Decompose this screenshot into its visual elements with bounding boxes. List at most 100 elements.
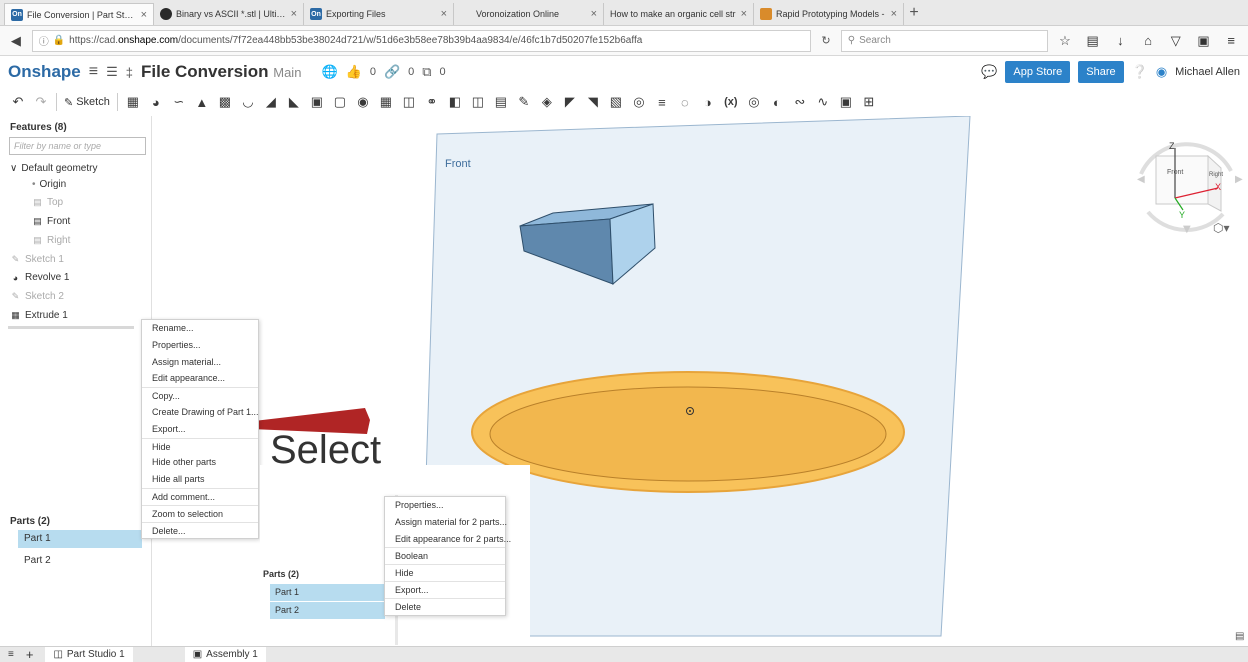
menu-item-export[interactable]: Export... (142, 421, 258, 438)
menu-item-hide-all-parts[interactable]: Hide all parts (142, 471, 258, 488)
menu-item-assign-material[interactable]: Assign material... (142, 354, 258, 371)
view-cube-down-arrow[interactable]: ▼ (1183, 224, 1191, 235)
feature-origin[interactable]: • Origin (32, 179, 66, 190)
reload-icon[interactable]: ↻ (817, 34, 835, 47)
rib-icon[interactable]: ▣ (309, 94, 325, 110)
search-input[interactable]: ⚲ Search (840, 29, 1049, 52)
document-title[interactable]: File Conversion Main (141, 62, 301, 82)
view-cube-right-arrow[interactable]: ▶ (1235, 174, 1243, 185)
curve-icon[interactable]: ∾ (792, 94, 808, 110)
hamburger-menu-icon[interactable]: ≡ (89, 63, 98, 81)
browser-tab-rapid-prototyping[interactable]: Rapid Prototyping Models - × (754, 3, 904, 25)
feature-top-plane[interactable]: ▤ Top (32, 197, 63, 208)
menu-item-boolean[interactable]: Boolean (385, 547, 505, 564)
shell-icon[interactable]: ▢ (332, 94, 348, 110)
address-bar[interactable]: ⓘ 🔒 https://cad.onshape.com/documents/7f… (31, 29, 812, 52)
menu-item-export[interactable]: Export... (385, 580, 505, 598)
share-button[interactable]: Share (1078, 61, 1124, 83)
delete-part-icon[interactable]: ▤ (493, 94, 509, 110)
view-cube-left-arrow[interactable]: ◀ (1137, 174, 1145, 185)
menu-item-delete[interactable]: Delete (385, 597, 505, 615)
variable-icon[interactable]: (x) (723, 94, 739, 110)
menu-item-create-drawing[interactable]: Create Drawing of Part 1... (142, 404, 259, 421)
feature-front-plane[interactable]: ▤ Front (32, 216, 70, 227)
back-icon[interactable]: ◀ (6, 31, 26, 51)
transform-icon[interactable]: ◫ (470, 94, 486, 110)
app-store-button[interactable]: App Store (1005, 61, 1071, 83)
menu-item-add-comment[interactable]: Add comment... (142, 487, 258, 505)
plane-icon[interactable]: ▧ (608, 94, 624, 110)
measure-icon[interactable]: ◑ (700, 94, 716, 110)
extension-icon[interactable]: ▣ (1193, 31, 1215, 51)
view-options-icon[interactable]: ⬡▾ (1213, 221, 1230, 235)
wrap-icon[interactable]: ∿ (815, 94, 831, 110)
menu-item-edit-appearance-2-parts[interactable]: Edit appearance for 2 parts... (385, 531, 511, 548)
mate-connector-icon[interactable]: ◎ (631, 94, 647, 110)
loft-icon[interactable]: ▲ (194, 94, 210, 110)
link-icon[interactable]: 🔗 (384, 64, 400, 80)
appearance-icon[interactable]: ◐ (769, 94, 785, 110)
help-icon[interactable]: ❔ (1132, 64, 1148, 80)
browser-tab-file-conversion[interactable]: On File Conversion | Part Studio × (4, 3, 154, 25)
pocket-icon[interactable]: ▽ (1165, 31, 1187, 51)
avatar[interactable]: ◉ (1156, 64, 1167, 80)
feature-sketch-1[interactable]: ✎ Sketch 1 (10, 254, 64, 265)
tab-part-studio-1[interactable]: ◫ Part Studio 1 (45, 646, 133, 662)
globe-icon[interactable]: 🌐 (321, 64, 337, 80)
copy-icon[interactable]: ⧉ (422, 64, 431, 80)
draft-icon[interactable]: ◣ (286, 94, 302, 110)
close-icon[interactable]: × (891, 8, 897, 20)
redo-icon[interactable]: ↷ (33, 94, 49, 110)
onshape-logo[interactable]: Onshape (8, 62, 81, 82)
modify-fillet-icon[interactable]: ✎ (516, 94, 532, 110)
disc-recess[interactable] (489, 386, 887, 482)
part-list-item[interactable]: Part 1 (18, 530, 142, 548)
inset-part-list-item[interactable]: Part 2 (270, 602, 385, 619)
split-icon[interactable]: ◧ (447, 94, 463, 110)
menu-item-edit-appearance[interactable]: Edit appearance... (142, 370, 258, 387)
composite-icon[interactable]: ▣ (838, 94, 854, 110)
helix-icon[interactable]: ≡ (654, 94, 670, 110)
fillet-icon[interactable]: ◡ (240, 94, 256, 110)
browser-tab-voronoization[interactable]: Voronoization Online × (454, 3, 604, 25)
feature-list-icon[interactable]: ☰ (106, 64, 118, 80)
close-icon[interactable]: × (591, 8, 597, 20)
close-icon[interactable]: × (441, 8, 447, 20)
menu-item-assign-material-2-parts[interactable]: Assign material for 2 parts... (385, 514, 507, 531)
browser-tab-exporting-files[interactable]: On Exporting Files × (304, 3, 454, 25)
view-scale-icon[interactable]: ▤ (1235, 631, 1244, 642)
feature-extrude-1[interactable]: ▦ Extrude 1 (10, 310, 68, 321)
part-list-item[interactable]: Part 2 (18, 552, 142, 570)
browser-tab-binary-vs-ascii[interactable]: Binary vs ASCII *.stl | Ultima × (154, 3, 304, 25)
feature-right-plane[interactable]: ▤ Right (32, 235, 70, 246)
sheet-metal-icon[interactable]: ◌ (677, 94, 693, 110)
feature-revolve-1[interactable]: ◕ Revolve 1 (10, 272, 70, 283)
new-tab-button[interactable]: + (904, 3, 924, 25)
tab-list-icon[interactable]: ≡ (8, 649, 14, 660)
menu-item-hide[interactable]: Hide (142, 437, 258, 455)
bookmark-star-icon[interactable]: ☆ (1054, 31, 1076, 51)
browser-tab-organic-cell[interactable]: How to make an organic cell str × (604, 3, 754, 25)
menu-icon[interactable]: ≡ (1220, 31, 1242, 51)
pattern-icon[interactable]: ▦ (378, 94, 394, 110)
menu-item-rename[interactable]: Rename... (142, 320, 258, 337)
panel-resize-handle[interactable] (8, 326, 134, 329)
replace-face-icon[interactable]: ◈ (539, 94, 555, 110)
insert-icon[interactable]: ‡ (126, 65, 133, 80)
move-face-icon[interactable]: ◤ (562, 94, 578, 110)
feature-sketch-2[interactable]: ✎ Sketch 2 (10, 291, 64, 302)
close-icon[interactable]: × (741, 8, 747, 20)
like-icon[interactable]: 👍 (346, 64, 362, 80)
menu-item-copy[interactable]: Copy... (142, 387, 258, 404)
menu-item-hide-other-parts[interactable]: Hide other parts (142, 454, 258, 471)
sketch-button[interactable]: ✎ Sketch (64, 96, 110, 109)
close-icon[interactable]: × (141, 9, 147, 21)
menu-item-delete[interactable]: Delete... (142, 521, 258, 539)
default-geometry-group[interactable]: ∨ Default geometry (10, 163, 97, 174)
user-name[interactable]: Michael Allen (1175, 66, 1240, 78)
menu-item-properties[interactable]: Properties... (385, 497, 505, 514)
feature-filter-input[interactable]: Filter by name or type (9, 137, 146, 155)
reading-list-icon[interactable]: ▤ (1082, 31, 1104, 51)
add-tab-icon[interactable]: + (26, 647, 34, 662)
mirror-icon[interactable]: ◫ (401, 94, 417, 110)
